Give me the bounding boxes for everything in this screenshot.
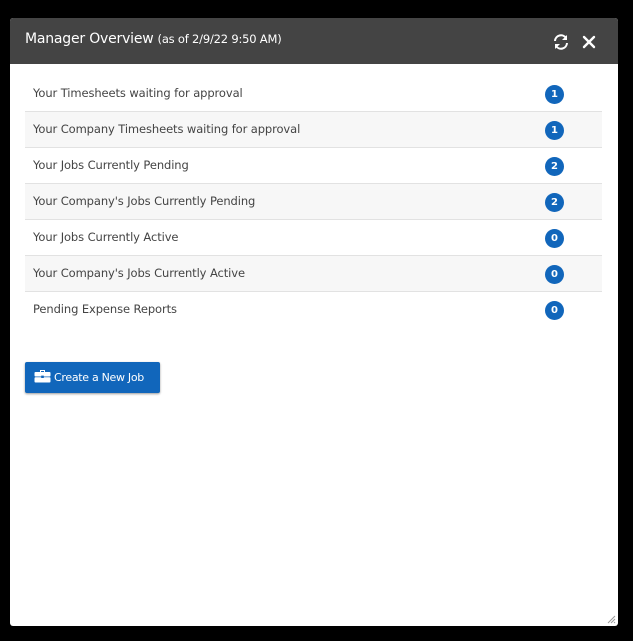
list-item[interactable]: Pending Expense Reports 0	[25, 292, 602, 327]
overview-list: Your Timesheets waiting for approval 1 Y…	[25, 76, 602, 327]
panel-title-text: Manager Overview	[25, 31, 154, 47]
panel-subtitle: (as of 2/9/22 9:50 AM)	[157, 32, 282, 46]
list-item[interactable]: Your Company's Jobs Currently Pending 2	[25, 184, 602, 220]
panel-title: Manager Overview (as of 2/9/22 9:50 AM)	[25, 31, 282, 47]
count-badge: 2	[545, 157, 564, 176]
refresh-button[interactable]	[552, 33, 570, 51]
manager-overview-panel: Manager Overview (as of 2/9/22 9:50 AM) Y…	[10, 18, 618, 626]
list-item-label: Pending Expense Reports	[33, 302, 177, 316]
count-badge: 2	[545, 193, 564, 212]
count-badge: 1	[545, 85, 564, 104]
count-badge: 0	[545, 301, 564, 320]
list-item-label: Your Jobs Currently Active	[33, 230, 179, 244]
close-button[interactable]	[580, 33, 598, 51]
count-badge: 0	[545, 229, 564, 248]
list-item[interactable]: Your Company's Jobs Currently Active 0	[25, 256, 602, 292]
list-item-label: Your Company's Jobs Currently Active	[33, 266, 245, 280]
list-item[interactable]: Your Jobs Currently Pending 2	[25, 148, 602, 184]
list-item-label: Your Timesheets waiting for approval	[33, 86, 243, 100]
refresh-icon	[554, 34, 568, 50]
close-icon	[582, 35, 596, 49]
list-item[interactable]: Your Timesheets waiting for approval 1	[25, 76, 602, 112]
list-item-label: Your Company Timesheets waiting for appr…	[33, 122, 301, 136]
count-badge: 1	[545, 121, 564, 140]
list-item[interactable]: Your Company Timesheets waiting for appr…	[25, 112, 602, 148]
briefcase-icon	[34, 370, 51, 383]
list-item-label: Your Company's Jobs Currently Pending	[33, 194, 256, 208]
count-badge: 0	[545, 265, 564, 284]
create-new-job-label: Create a New Job	[54, 371, 144, 384]
list-item-label: Your Jobs Currently Pending	[33, 158, 189, 172]
list-item[interactable]: Your Jobs Currently Active 0	[25, 220, 602, 256]
create-new-job-button[interactable]: Create a New Job	[25, 362, 160, 393]
resize-handle-icon[interactable]	[606, 614, 616, 624]
panel-header: Manager Overview (as of 2/9/22 9:50 AM)	[10, 18, 618, 64]
